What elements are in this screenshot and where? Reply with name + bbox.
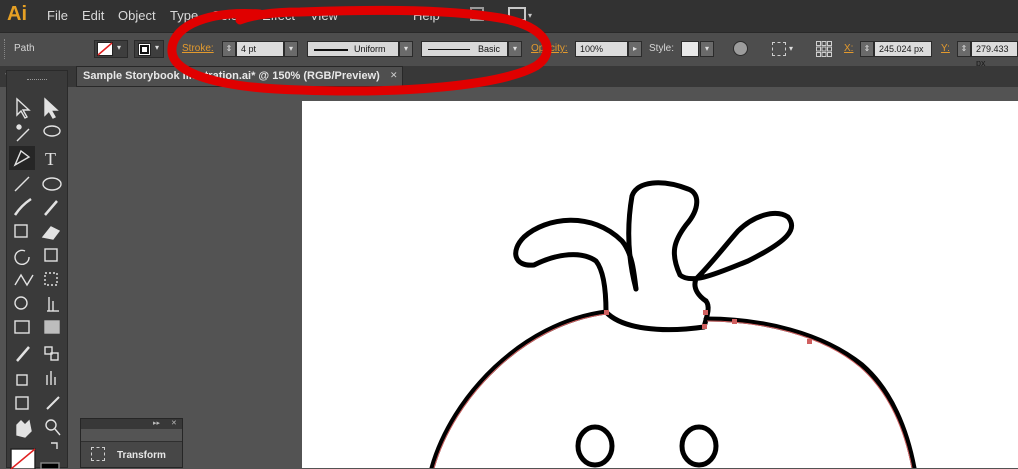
grip-icon [4,39,8,59]
variable-width-profile-field[interactable]: Uniform [307,41,399,57]
menu-type[interactable]: Type [170,8,198,23]
arrange-dropdown-icon[interactable]: ▾ [528,11,532,20]
tools-panel: T [6,70,68,469]
menu-bar: Ai File Edit Object Type Select Effect V… [0,0,1018,32]
menu-select[interactable]: Select [212,8,248,23]
align-dropdown-icon[interactable]: ▾ [789,44,793,53]
transform-panel: ▸▸ ✕ Transform [80,418,183,468]
menu-view[interactable]: View [310,8,338,23]
close-panel-icon[interactable]: ✕ [171,419,177,427]
align-selection-icon[interactable] [772,42,786,56]
profile-line-icon [314,49,348,51]
panel-header[interactable]: ▸▸ ✕ [81,419,182,429]
style-label: Style: [649,43,675,54]
variable-width-profile-label: Uniform [354,44,386,54]
fill-none-icon[interactable] [97,42,113,56]
brush-definition-dropdown[interactable]: ▾ [508,41,522,57]
transform-panel-label[interactable]: Transform [117,450,166,461]
menu-edit[interactable]: Edit [82,8,104,23]
stroke-weight-stepper[interactable]: ⇕ [222,41,236,57]
opacity-dropdown[interactable]: ▸ [628,41,642,57]
variable-width-profile-dropdown[interactable]: ▾ [399,41,413,57]
recolor-artwork-icon[interactable] [733,41,748,56]
go-to-bridge-icon[interactable] [470,7,484,21]
brush-definition-field[interactable]: Basic [421,41,508,57]
graphic-style-dropdown[interactable]: ▾ [700,41,714,57]
x-label[interactable]: X: [844,43,853,54]
svg-text:T: T [45,149,56,169]
opacity-label[interactable]: Opacity: [531,43,568,54]
y-stepper[interactable]: ⇕ [957,41,971,57]
stroke-dropdown-icon[interactable]: ▾ [155,43,159,52]
stroke-control[interactable]: ▾ [134,40,164,58]
stroke-swatch-icon[interactable] [138,43,151,56]
panel-grip [81,429,182,442]
arrange-documents-icon[interactable] [508,7,526,21]
x-position-field[interactable]: 245.024 px [874,41,932,57]
menu-file[interactable]: File [47,8,68,23]
stroke-weight-field[interactable]: 4 pt [236,41,284,57]
graphic-style-swatch[interactable] [681,41,699,57]
menu-help[interactable]: Help [413,8,440,23]
opacity-field[interactable]: 100% [575,41,628,57]
close-tab-icon[interactable]: ✕ [390,70,398,81]
selection-type-label: Path [14,43,35,54]
control-bar: Path ▾ ▾ Stroke: ⇕ 4 pt ▾ Uniform ▾ Basi… [0,32,1018,68]
reference-point-icon[interactable] [815,40,833,58]
y-label[interactable]: Y: [941,43,950,54]
artboard[interactable] [302,101,1018,468]
stroke-label[interactable]: Stroke: [182,43,214,54]
menu-effect[interactable]: Effect [262,8,295,23]
apple-illustration[interactable] [302,101,1018,468]
document-tab-title: Sample Storybook Illustration.ai* @ 150%… [83,70,380,82]
brush-line-icon [428,49,470,50]
expand-panel-icon[interactable]: ▸▸ [153,419,160,427]
brush-definition-label: Basic [478,44,501,54]
stroke-weight-dropdown[interactable]: ▾ [284,41,298,57]
menu-object[interactable]: Object [118,8,156,23]
transform-icon[interactable] [91,447,105,461]
y-position-field[interactable]: 279.433 px [971,41,1018,68]
toolbar-grip-icon [27,79,47,83]
fill-dropdown-icon[interactable]: ▾ [117,43,121,52]
tool-icons[interactable]: T [7,91,67,469]
document-tab[interactable]: Sample Storybook Illustration.ai* @ 150%… [76,66,403,87]
fill-control[interactable]: ▾ [94,40,128,58]
x-stepper[interactable]: ⇕ [860,41,874,57]
app-logo: Ai [7,3,27,25]
